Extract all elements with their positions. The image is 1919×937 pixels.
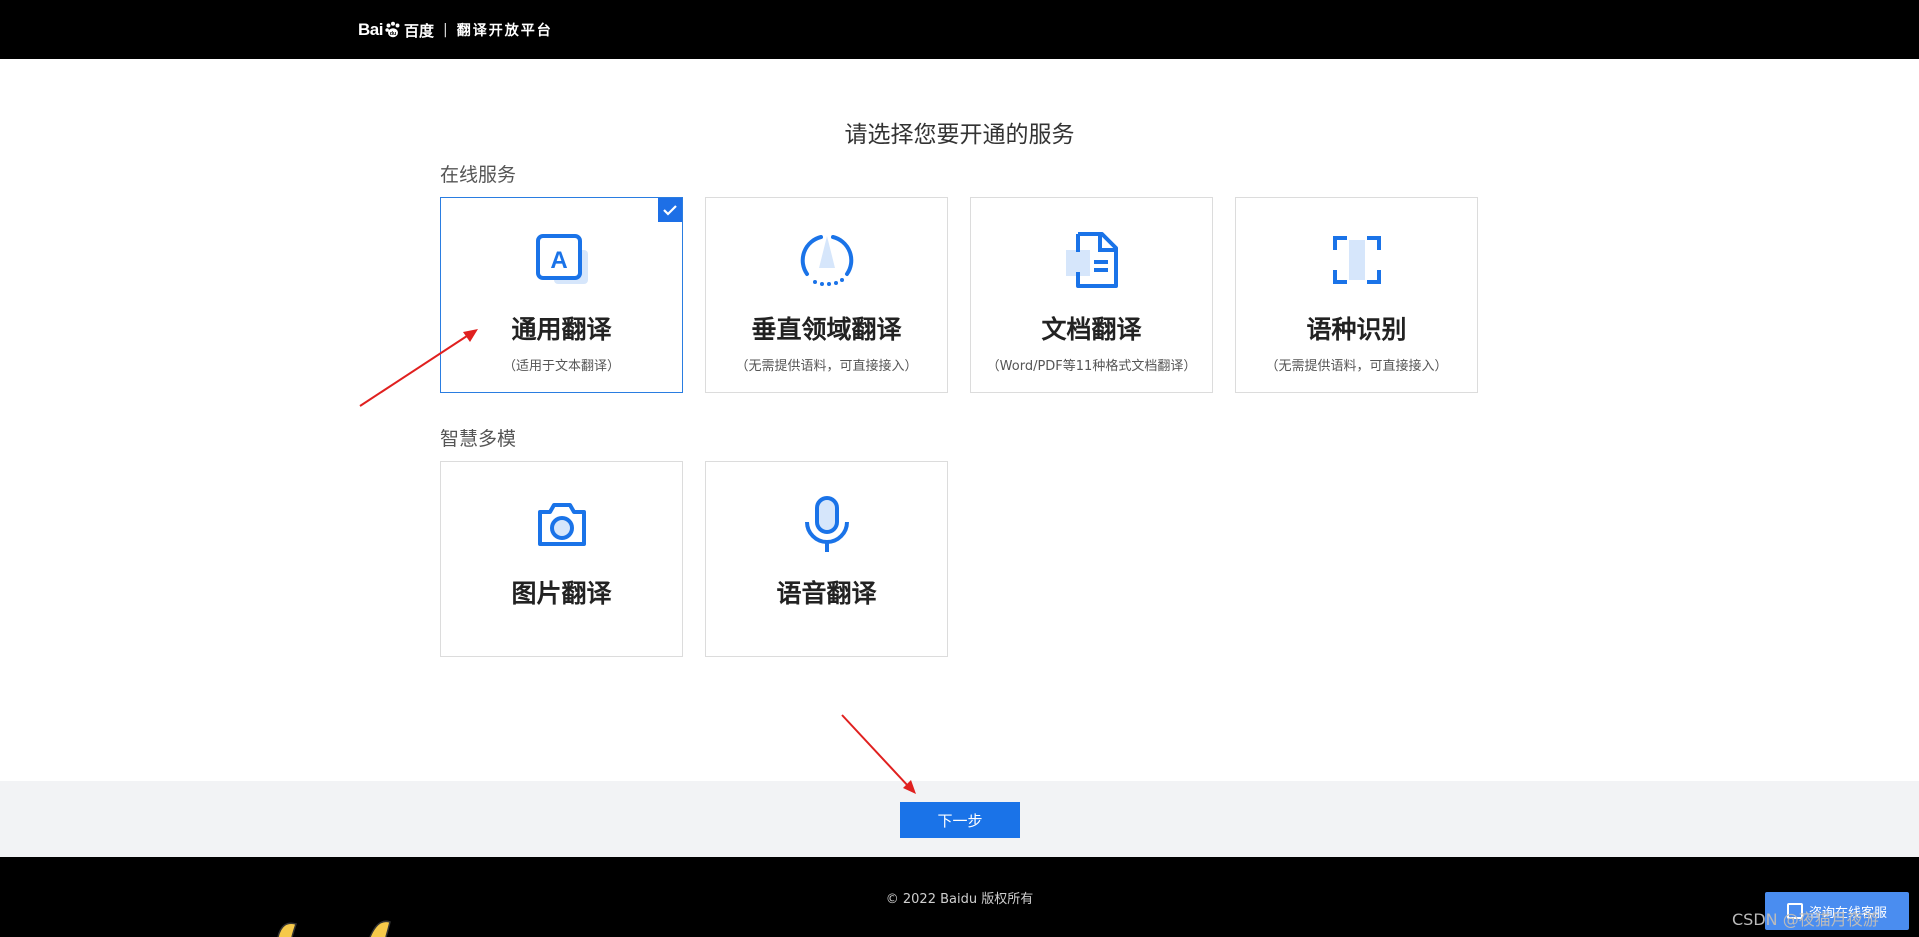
- language-detect-icon: [1325, 228, 1389, 292]
- service-card-voice-translation[interactable]: 语音翻译: [705, 461, 948, 657]
- camera-icon: [530, 492, 594, 556]
- card-title: 文档翻译: [1041, 315, 1142, 344]
- domain-translate-icon: [795, 228, 859, 292]
- text-translate-icon: A: [530, 228, 594, 292]
- card-description: （适用于文本翻译）: [502, 359, 620, 374]
- service-card-domain-translation[interactable]: 垂直领域翻译 （无需提供语料，可直接接入）: [705, 197, 948, 393]
- card-title: 图片翻译: [511, 579, 612, 608]
- card-description: （无需提供语料，可直接接入）: [735, 359, 918, 374]
- card-title: 语音翻译: [776, 579, 877, 608]
- card-title: 垂直领域翻译: [751, 315, 902, 344]
- next-step-button[interactable]: 下一步: [900, 802, 1020, 838]
- paw-icon: du: [384, 21, 402, 39]
- mascot-ears-icon: [277, 920, 391, 937]
- section-label-online: 在线服务: [440, 164, 517, 186]
- platform-name: 翻译开放平台: [456, 23, 553, 39]
- page-title: 请选择您要开通的服务: [844, 122, 1075, 148]
- copyright-text: © 2022 Baidu 版权所有: [885, 892, 1034, 907]
- section-label-multimodal: 智慧多模: [440, 428, 517, 450]
- service-card-general-translation[interactable]: A 通用翻译 （适用于文本翻译）: [440, 197, 683, 393]
- svg-text:A: A: [550, 247, 567, 274]
- csdn-watermark: CSDN @夜猫月夜游: [1732, 910, 1879, 929]
- microphone-icon: [795, 492, 859, 556]
- svg-text:du: du: [390, 31, 397, 37]
- document-translate-icon: [1060, 228, 1124, 292]
- service-card-document-translation[interactable]: 文档翻译 （Word/PDF等11种格式文档翻译）: [970, 197, 1213, 393]
- card-description: （无需提供语料，可直接接入）: [1265, 359, 1448, 374]
- service-card-image-translation[interactable]: 图片翻译: [440, 461, 683, 657]
- top-navbar: Bai du 百度 | 翻译开放平台: [0, 0, 1919, 59]
- logo-text: Bai: [358, 20, 383, 39]
- baidu-logo[interactable]: Bai du 百度 | 翻译开放平台: [358, 17, 553, 43]
- logo-cn: 百度: [403, 21, 434, 40]
- service-card-language-detection[interactable]: 语种识别 （无需提供语料，可直接接入）: [1235, 197, 1478, 393]
- card-title: 通用翻译: [511, 315, 612, 344]
- card-description: （Word/PDF等11种格式文档翻译）: [986, 359, 1197, 374]
- brand-separator: |: [442, 22, 448, 38]
- selected-check-icon: [658, 198, 682, 222]
- card-title: 语种识别: [1306, 315, 1407, 344]
